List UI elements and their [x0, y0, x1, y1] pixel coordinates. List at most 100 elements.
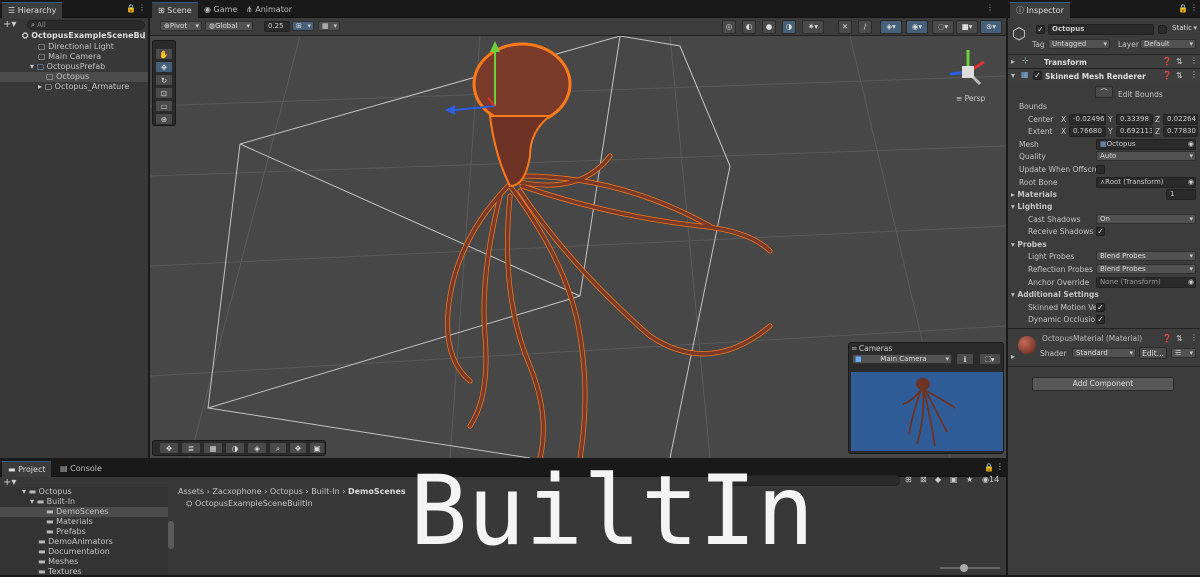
extent-z-input[interactable]: 0.77830 [1163, 126, 1198, 137]
hierarchy-item-octopus[interactable]: ▢ Octopus [0, 72, 148, 82]
update-offscreen-checkbox[interactable] [1096, 165, 1105, 174]
breadcrumb-zacxophone[interactable]: Zacxophone [212, 487, 261, 496]
object-picker-icon[interactable]: ◉ [1188, 278, 1194, 287]
kebab-menu-icon[interactable]: ⋮ [986, 3, 994, 12]
reflection-probes-dropdown[interactable]: Blend Probes [1096, 264, 1196, 274]
materials-foldout[interactable]: ▸ Materials [1011, 189, 1057, 200]
gizmos-dropdown[interactable]: ⊛▾ [980, 20, 1002, 34]
tree-item-demoscenes[interactable]: ▬ DemoScenes [0, 507, 168, 517]
active-checkbox[interactable]: ✓ [1036, 25, 1045, 34]
lighting-overlay-button[interactable]: ◑ [225, 442, 245, 454]
center-y-input[interactable]: 0.33398 [1116, 114, 1153, 125]
transform-tool-button[interactable]: ⊕ [155, 113, 173, 125]
global-dropdown[interactable]: ◍Global [205, 21, 253, 31]
move-tool-button[interactable]: ✥ [155, 61, 173, 73]
help-icon[interactable]: ❓ [1162, 71, 1172, 80]
tree-item-meshes[interactable]: ▬ Meshes [0, 557, 168, 567]
tab-inspector[interactable]: ⓘ Inspector [1010, 2, 1070, 18]
tree-item-materials[interactable]: ▬ Materials [0, 517, 168, 527]
fx-toggle-button[interactable]: ∕ [858, 20, 872, 34]
hand-tool-button[interactable]: ✋ [155, 48, 173, 60]
tree-item-demoanimators[interactable]: ▬ DemoAnimators [0, 537, 168, 547]
search-by-label-icon[interactable]: ⊠ [920, 475, 927, 484]
kebab-menu-icon[interactable]: ⋮ [1190, 3, 1198, 12]
preset-icon[interactable]: ⇅ [1176, 57, 1183, 66]
hidden-count-badge[interactable]: ◉14 [982, 475, 999, 484]
lighting-mode-button[interactable]: ◑ [782, 20, 796, 34]
tree-item-documentation[interactable]: ▬ Documentation [0, 547, 168, 557]
help-icon[interactable]: ❓ [1162, 334, 1172, 343]
camera-settings-dropdown[interactable]: ■▾ [956, 20, 978, 34]
breadcrumb-demoscenes[interactable]: DemoScenes [348, 487, 406, 496]
kebab-menu-icon[interactable]: ⋮ [140, 31, 148, 41]
receive-shadows-checkbox[interactable]: ✓ [1096, 227, 1105, 236]
grid-snapping-toggle[interactable]: ⊞ [292, 21, 314, 31]
effects-dropdown[interactable]: ◈▾ [880, 20, 902, 34]
pivot-dropdown[interactable]: ⊕Pivot [160, 21, 202, 31]
extent-x-input[interactable]: 0.76680 [1069, 126, 1106, 137]
add-object-button[interactable]: +▾ [3, 19, 16, 30]
star-icon[interactable]: ★ [966, 475, 973, 484]
tree-scrollbar[interactable] [168, 521, 174, 549]
hierarchy-item-main-camera[interactable]: ▢ Main Camera [0, 52, 148, 62]
lighting-foldout[interactable]: ▾ Lighting [1011, 201, 1052, 212]
skinned-motion-checkbox[interactable]: ✓ [1096, 303, 1105, 312]
draw-mode-button[interactable]: ◎ [722, 20, 736, 34]
breadcrumb-octopus[interactable]: Octopus [270, 487, 303, 496]
collapsed-arrow-icon[interactable]: ▸ [1011, 352, 1015, 361]
tab-console[interactable]: ▤ Console [54, 461, 108, 477]
edit-bounds-button[interactable]: ⌒ [1095, 86, 1113, 98]
asset-item-scene[interactable]: ⛭ OctopusExampleSceneBuiltIn [186, 499, 313, 509]
smr-component-header[interactable]: ▾ ▦ ✓ Skinned Mesh Renderer ❓ ⇅ ⋮ [1008, 70, 1200, 82]
tab-animator[interactable]: ⋔ Animator [240, 2, 298, 18]
kebab-menu-icon[interactable]: ⋮ [1190, 333, 1198, 342]
lock-icon[interactable]: 🔒 [984, 463, 994, 472]
hierarchy-item-octopus-prefab[interactable]: ▾ ▢ OctopusPrefab [0, 62, 148, 72]
layer-dropdown[interactable]: Default [1140, 39, 1196, 49]
extent-y-input[interactable]: 0.692113 [1116, 126, 1153, 137]
additional-settings-foldout[interactable]: ▾ Additional Settings [1011, 289, 1099, 300]
tree-item-built-in[interactable]: ▾ ▬ Built-In [0, 497, 168, 507]
align-overlay-button[interactable]: ≣ [181, 442, 201, 454]
center-z-input[interactable]: 0.02264 [1163, 114, 1198, 125]
light-toggle-button[interactable]: ✷▾ [802, 20, 824, 34]
zoom-slider-track[interactable] [940, 567, 1000, 569]
label-icon[interactable]: ◆ [935, 475, 941, 484]
static-dropdown[interactable]: Static [1169, 24, 1199, 34]
lock-icon[interactable]: 🔒 [126, 4, 136, 13]
preset-icon[interactable]: ⇅ [1176, 71, 1183, 80]
shader-dropdown[interactable]: Standard [1072, 348, 1136, 358]
tab-game[interactable]: ◉ Game [198, 2, 243, 18]
shaded-wire-button[interactable]: ◐ [742, 20, 756, 34]
breadcrumb-assets[interactable]: Assets [178, 487, 204, 496]
rotate-tool-button[interactable]: ↻ [155, 74, 173, 86]
hierarchy-item-scene[interactable]: ⛭ OctopusExampleSceneBu ⋮ [0, 31, 148, 41]
smr-enabled-checkbox[interactable]: ✓ [1033, 71, 1042, 80]
hierarchy-search-input[interactable]: ⌕ All [27, 20, 145, 30]
grid-overlay-button[interactable]: ▦ [203, 442, 223, 454]
hidden-objects-dropdown[interactable]: ◌▾ [932, 20, 954, 34]
help-icon[interactable]: ❓ [1162, 57, 1172, 66]
camera-overlay-button[interactable]: ▣ [309, 442, 325, 454]
probe-overlay-button[interactable]: ◈ [247, 442, 267, 454]
hierarchy-item-directional-light[interactable]: ▢ Directional Light [0, 42, 148, 52]
move-overlay-button[interactable]: ✥ [159, 442, 179, 454]
preset-icon[interactable]: ⇅ [1176, 334, 1183, 343]
breadcrumb-built-in[interactable]: Built-In [311, 487, 339, 496]
dynamic-occlusion-checkbox[interactable]: ✓ [1096, 315, 1105, 324]
object-picker-icon[interactable]: ◉ [1188, 178, 1194, 187]
incremental-snap-button[interactable]: ▦ [318, 21, 340, 31]
tree-item-octopus[interactable]: ▾ ▬ Octopus [0, 487, 168, 497]
camera-info-button[interactable]: ℹ [956, 353, 974, 365]
tab-scene[interactable]: ⊞ Scene [152, 2, 198, 18]
shader-options-dropdown[interactable]: ☰ [1171, 348, 1196, 358]
center-x-input[interactable]: -0.02496 [1069, 114, 1106, 125]
scale-tool-button[interactable]: ⊡ [155, 87, 173, 99]
zoom-slider-thumb[interactable] [960, 564, 968, 572]
filter-icon[interactable]: ▣ [950, 475, 958, 484]
object-name-input[interactable]: Octopus [1048, 24, 1154, 35]
probes-foldout[interactable]: ▾ Probes [1011, 239, 1047, 250]
kebab-menu-icon[interactable]: ⋮ [138, 3, 146, 12]
static-checkbox[interactable] [1158, 25, 1167, 34]
materials-count-input[interactable]: 1 [1166, 189, 1196, 200]
